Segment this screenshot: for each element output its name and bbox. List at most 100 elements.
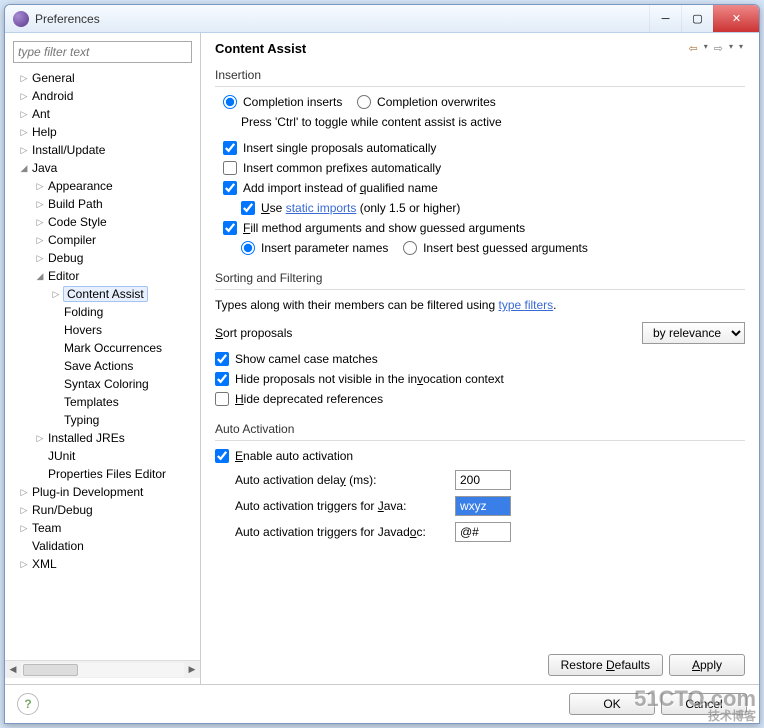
app-icon [13, 11, 29, 27]
tree-item-junit[interactable]: JUnit [9, 447, 200, 465]
tree-item-help[interactable]: ▷Help [9, 123, 200, 141]
chevron-right-icon: ▷ [17, 505, 31, 516]
tree-item-save[interactable]: Save Actions [9, 357, 200, 375]
enable-auto-checkbox[interactable] [215, 449, 229, 463]
add-import-label: Add import instead of qualified name [243, 181, 438, 195]
tree-item-templates[interactable]: Templates [9, 393, 200, 411]
apply-button[interactable]: Apply [669, 654, 745, 676]
view-menu-icon[interactable]: ▾ [737, 42, 745, 55]
window-title: Preferences [35, 12, 649, 26]
scroll-left-icon[interactable]: ◀ [5, 664, 21, 675]
tree-item-typing[interactable]: Typing [9, 411, 200, 429]
tree-item-android[interactable]: ▷Android [9, 87, 200, 105]
insertion-group-label: Insertion [215, 68, 745, 82]
horizontal-scrollbar[interactable]: ◀ ▶ [5, 660, 200, 678]
insert-best-guess-label: Insert best guessed arguments [423, 241, 588, 255]
hide-invisible-checkbox[interactable] [215, 372, 229, 386]
tree-item-team[interactable]: ▷Team [9, 519, 200, 537]
back-menu-icon[interactable]: ▾ [702, 42, 710, 55]
scroll-thumb[interactable] [23, 664, 78, 676]
tree-item-plugin[interactable]: ▷Plug-in Development [9, 483, 200, 501]
type-filters-text: Types along with their members can be fi… [215, 298, 745, 312]
tree-item-rundebug[interactable]: ▷Run/Debug [9, 501, 200, 519]
filter-input[interactable] [13, 41, 192, 63]
triggers-javadoc-input[interactable] [455, 522, 511, 542]
auto-delay-label: Auto activation delay (ms): [235, 473, 455, 487]
completion-overwrites-radio[interactable] [357, 95, 371, 109]
chevron-right-icon: ▷ [17, 487, 31, 498]
restore-defaults-button[interactable]: Restore Defaults [548, 654, 663, 676]
tree-item-java[interactable]: ◢Java [9, 159, 200, 177]
camel-case-checkbox[interactable] [215, 352, 229, 366]
tree-item-general[interactable]: ▷General [9, 69, 200, 87]
tree-item-validation[interactable]: Validation [9, 537, 200, 555]
insert-best-guess-radio[interactable] [403, 241, 417, 255]
fill-args-label: Fill method arguments and show guessed a… [243, 221, 525, 235]
chevron-right-icon: ▷ [33, 217, 47, 228]
titlebar[interactable]: Preferences ─ ▢ ✕ [5, 5, 759, 33]
chevron-right-icon: ▷ [17, 127, 31, 138]
add-import-checkbox[interactable] [223, 181, 237, 195]
help-icon[interactable]: ? [17, 693, 39, 715]
minimize-button[interactable]: ─ [649, 5, 681, 32]
tree-item-xml[interactable]: ▷XML [9, 555, 200, 573]
tree-item-codestyle[interactable]: ▷Code Style [9, 213, 200, 231]
tree-item-contentassist[interactable]: ▷Content Assist [9, 285, 200, 303]
close-button[interactable]: ✕ [713, 5, 759, 32]
back-icon[interactable]: ⇦ [687, 42, 700, 55]
tree-item-editor[interactable]: ◢Editor [9, 267, 200, 285]
camel-case-label: Show camel case matches [235, 352, 378, 366]
fill-args-checkbox[interactable] [223, 221, 237, 235]
static-imports-checkbox[interactable] [241, 201, 255, 215]
insert-common-checkbox[interactable] [223, 161, 237, 175]
hide-deprecated-checkbox[interactable] [215, 392, 229, 406]
sorting-group-label: Sorting and Filtering [215, 271, 745, 285]
forward-icon[interactable]: ⇨ [712, 42, 725, 55]
sidebar: ▷General ▷Android ▷Ant ▷Help ▷Install/Up… [5, 33, 201, 684]
chevron-down-icon: ◢ [17, 163, 31, 174]
maximize-button[interactable]: ▢ [681, 5, 713, 32]
tree-item-folding[interactable]: Folding [9, 303, 200, 321]
triggers-java-input[interactable] [455, 496, 511, 516]
chevron-down-icon: ◢ [33, 271, 47, 282]
preferences-window: Preferences ─ ▢ ✕ ▷General ▷Android ▷Ant… [4, 4, 760, 724]
hide-deprecated-label: Hide deprecated references [235, 392, 383, 406]
tree-item-hovers[interactable]: Hovers [9, 321, 200, 339]
type-filters-link[interactable]: type filters [498, 298, 553, 312]
sort-proposals-select[interactable]: by relevance [642, 322, 745, 344]
tree-item-debug[interactable]: ▷Debug [9, 249, 200, 267]
tree-item-jres[interactable]: ▷Installed JREs [9, 429, 200, 447]
triggers-java-label: Auto activation triggers for Java: [235, 499, 455, 513]
insert-single-checkbox[interactable] [223, 141, 237, 155]
chevron-right-icon: ▷ [17, 73, 31, 84]
preferences-tree[interactable]: ▷General ▷Android ▷Ant ▷Help ▷Install/Up… [5, 69, 200, 660]
cancel-button[interactable]: Cancel [661, 693, 747, 715]
tree-item-appearance[interactable]: ▷Appearance [9, 177, 200, 195]
tree-item-syntax[interactable]: Syntax Coloring [9, 375, 200, 393]
tree-item-propfiles[interactable]: Properties Files Editor [9, 465, 200, 483]
tree-item-buildpath[interactable]: ▷Build Path [9, 195, 200, 213]
chevron-right-icon: ▷ [17, 145, 31, 156]
main-panel: Content Assist ⇦▾ ⇨▾ ▾ Insertion Complet… [201, 33, 759, 684]
enable-auto-label: Enable auto activation [235, 449, 353, 463]
tree-item-ant[interactable]: ▷Ant [9, 105, 200, 123]
ok-button[interactable]: OK [569, 693, 655, 715]
insert-common-label: Insert common prefixes automatically [243, 161, 441, 175]
chevron-right-icon: ▷ [33, 181, 47, 192]
insertion-hint: Press 'Ctrl' to toggle while content ass… [241, 115, 745, 129]
tree-item-install[interactable]: ▷Install/Update [9, 141, 200, 159]
tree-item-compiler[interactable]: ▷Compiler [9, 231, 200, 249]
forward-menu-icon[interactable]: ▾ [727, 42, 735, 55]
completion-inserts-radio[interactable] [223, 95, 237, 109]
chevron-right-icon: ▷ [33, 253, 47, 264]
insert-param-names-radio[interactable] [241, 241, 255, 255]
tree-item-mark[interactable]: Mark Occurrences [9, 339, 200, 357]
auto-activation-group-label: Auto Activation [215, 422, 745, 436]
auto-delay-input[interactable] [455, 470, 511, 490]
footer: ? OK Cancel [5, 684, 759, 723]
insert-single-label: Insert single proposals automatically [243, 141, 436, 155]
scroll-right-icon[interactable]: ▶ [184, 664, 200, 675]
sort-proposals-label: Sort proposals [215, 326, 292, 340]
chevron-right-icon: ▷ [33, 235, 47, 246]
static-imports-link[interactable]: static imports [286, 201, 357, 215]
